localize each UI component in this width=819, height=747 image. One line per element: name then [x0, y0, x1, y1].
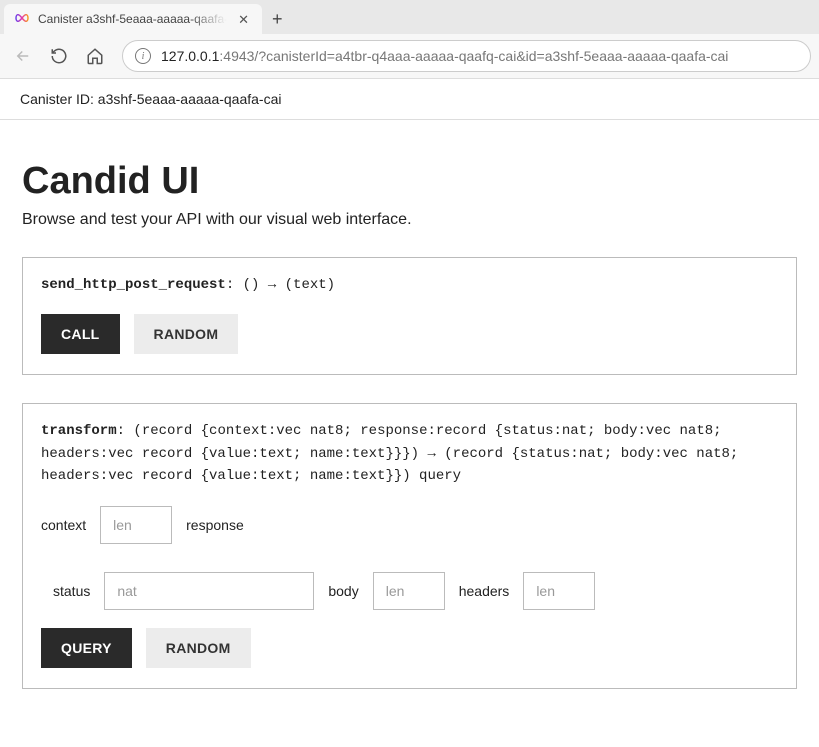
context-input[interactable]	[100, 506, 172, 544]
refresh-button[interactable]	[44, 41, 74, 71]
random-button[interactable]: RANDOM	[146, 628, 251, 668]
method-signature: send_http_post_request: () → (text)	[41, 274, 778, 296]
status-label: status	[53, 583, 90, 599]
close-icon[interactable]: ✕	[235, 10, 252, 29]
headers-input[interactable]	[523, 572, 595, 610]
method-signature: transform: (record {context:vec nat8; re…	[41, 420, 778, 487]
call-button[interactable]: CALL	[41, 314, 120, 354]
info-icon[interactable]: i	[135, 48, 151, 64]
canister-id-bar: Canister ID: a3shf-5eaaa-aaaaa-qaafa-cai	[0, 79, 819, 120]
body-label: body	[328, 583, 358, 599]
page-subtitle: Browse and test your API with our visual…	[22, 211, 797, 229]
browser-tab[interactable]: Canister a3shf-5eaaa-aaaaa-qaafa-cai ✕	[4, 4, 262, 34]
context-label: context	[41, 517, 86, 533]
new-tab-button[interactable]: +	[262, 9, 293, 30]
query-button[interactable]: QUERY	[41, 628, 132, 668]
response-label: response	[186, 517, 244, 533]
method-card-send-http-post: send_http_post_request: () → (text) CALL…	[22, 257, 797, 375]
random-button[interactable]: RANDOM	[134, 314, 239, 354]
page-title: Candid UI	[22, 160, 797, 203]
browser-nav-bar: i 127.0.0.1:4943/?canisterId=a4tbr-q4aaa…	[0, 34, 819, 79]
headers-label: headers	[459, 583, 510, 599]
back-button[interactable]	[8, 41, 38, 71]
method-card-transform: transform: (record {context:vec nat8; re…	[22, 403, 797, 688]
infinity-icon	[14, 11, 30, 27]
browser-tab-bar: Canister a3shf-5eaaa-aaaaa-qaafa-cai ✕ +	[0, 0, 819, 34]
status-input[interactable]	[104, 572, 314, 610]
body-input[interactable]	[373, 572, 445, 610]
address-bar[interactable]: i 127.0.0.1:4943/?canisterId=a4tbr-q4aaa…	[122, 40, 811, 72]
canister-id-label: Canister ID: a3shf-5eaaa-aaaaa-qaafa-cai	[20, 91, 282, 107]
url-text: 127.0.0.1:4943/?canisterId=a4tbr-q4aaa-a…	[161, 48, 728, 64]
tab-title: Canister a3shf-5eaaa-aaaaa-qaafa-cai	[38, 12, 227, 26]
home-button[interactable]	[80, 41, 110, 71]
